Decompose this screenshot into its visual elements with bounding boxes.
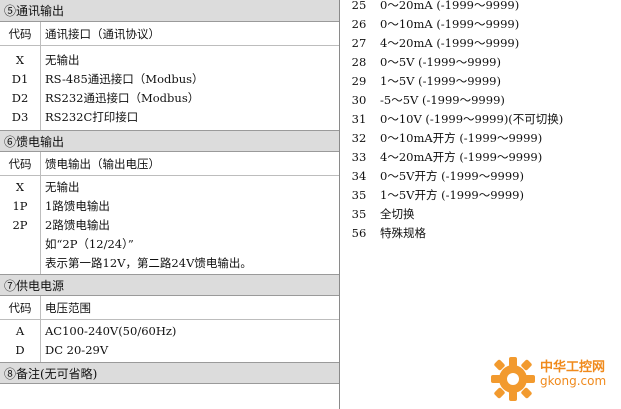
section-header-power-supply: ⑦供电电源 (0, 274, 339, 296)
row-desc: 无输出 (45, 53, 80, 67)
row-desc: 无输出 (45, 180, 80, 194)
table-row: D1 RS-485通迅接口（Modbus） (0, 70, 339, 89)
list-desc: 1～5V开方 (-1999～9999) (380, 188, 524, 202)
row-desc: DC 20-29V (45, 343, 109, 357)
watermark-text: 中华工控网 (540, 360, 606, 375)
table-row: D DC 20-29V (0, 341, 339, 360)
list-code: 33 (351, 150, 367, 164)
table-row: 表示第一路12V，第二路24V馈电输出。 (0, 254, 339, 273)
row-desc: RS232通迅接口（Modbus） (45, 91, 200, 105)
row-desc: 1路馈电输出 (45, 199, 110, 213)
gear-icon (491, 357, 535, 401)
column-header-desc: 电压范围 (45, 301, 91, 315)
section-header-comm-output: ⑤通讯输出 (0, 0, 339, 22)
row-desc: RS-485通迅接口（Modbus） (45, 72, 204, 86)
row-desc: 如“2P（12/24）” (45, 237, 134, 251)
list-code: 34 (351, 169, 367, 183)
list-code: 30 (351, 93, 367, 107)
row-code: X (15, 53, 25, 67)
list-code: 32 (351, 131, 367, 145)
list-desc: 1～5V (-1999～9999) (380, 74, 501, 88)
watermark-domain: gkong.com (540, 374, 607, 388)
row-code: D (15, 343, 25, 357)
row-desc: 2路馈电输出 (45, 218, 110, 232)
list-item: 27 4～20mA (-1999～9999) (340, 34, 621, 53)
list-item: 35 全切换 (340, 205, 621, 224)
list-item: 26 0～10mA (-1999～9999) (340, 15, 621, 34)
list-code: 56 (351, 226, 367, 240)
table-row: D2 RS232通迅接口（Modbus） (0, 89, 339, 108)
column-header-desc: 馈电输出（输出电压） (45, 157, 160, 171)
row-code: A (15, 324, 25, 338)
row-desc: AC100-240V(50/60Hz) (45, 324, 177, 338)
list-desc: 0～10mA开方 (-1999～9999) (380, 131, 543, 145)
list-desc: 0～5V (-1999～9999) (380, 55, 501, 69)
table-row: 2P 2路馈电输出 (0, 216, 339, 235)
column-header-code: 代码 (8, 301, 32, 315)
table-row: D3 RS232C打印接口 (0, 108, 339, 127)
column-header-code: 代码 (8, 27, 32, 41)
section-header-remarks: ⑧备注(无可省略) (0, 362, 339, 384)
column-header-desc: 通讯接口（通讯协议） (45, 27, 160, 41)
list-desc: 4～20mA (-1999～9999) (380, 36, 520, 50)
row-code: 1P (12, 199, 28, 213)
watermark-logo: 中华工控网 gkong.com (488, 352, 618, 408)
list-item: 25 0～20mA (-1999～9999) (340, 0, 621, 15)
list-desc: 0～10mA (-1999～9999) (380, 17, 520, 31)
list-desc: -5～5V (-1999～9999) (380, 93, 505, 107)
list-code: 26 (351, 17, 367, 31)
column-header-code: 代码 (8, 157, 32, 171)
list-code: 31 (351, 112, 367, 126)
row-code: X (15, 180, 25, 194)
column-header-row: 代码 通讯接口（通讯协议） (0, 22, 339, 46)
list-desc: 0～5V开方 (-1999～9999) (380, 169, 524, 183)
table-row: 1P 1路馈电输出 (0, 197, 339, 216)
row-code: D1 (11, 72, 29, 86)
list-code: 35 (351, 207, 367, 221)
left-column: ⑤通讯输出 代码 通讯接口（通讯协议） X 无输出 D1 RS-485通迅接口（… (0, 0, 340, 409)
list-desc: 0～20mA (-1999～9999) (380, 0, 520, 12)
list-code: 28 (351, 55, 367, 69)
row-code: D3 (11, 110, 29, 124)
list-desc: 4～20mA开方 (-1999～9999) (380, 150, 543, 164)
table-row: X 无输出 (0, 51, 339, 70)
list-item: 30 -5～5V (-1999～9999) (340, 91, 621, 110)
list-item: 31 0～10V (-1999～9999)(不可切换) (340, 110, 621, 129)
row-desc: 表示第一路12V，第二路24V馈电输出。 (45, 256, 252, 270)
list-code: 29 (351, 74, 367, 88)
list-desc: 全切换 (380, 207, 415, 221)
list-code: 25 (351, 0, 367, 12)
list-item: 35 1～5V开方 (-1999～9999) (340, 186, 621, 205)
list-item: 32 0～10mA开方 (-1999～9999) (340, 129, 621, 148)
list-desc: 0～10V (-1999～9999)(不可切换) (380, 112, 564, 126)
table-row: 如“2P（12/24）” (0, 235, 339, 254)
column-header-row: 代码 馈电输出（输出电压） (0, 152, 339, 176)
list-item: 56 特殊规格 (340, 224, 621, 243)
list-code: 35 (351, 188, 367, 202)
row-code: D2 (11, 91, 29, 105)
list-code: 27 (351, 36, 367, 50)
list-item: 33 4～20mA开方 (-1999～9999) (340, 148, 621, 167)
list-item: 34 0～5V开方 (-1999～9999) (340, 167, 621, 186)
row-code: 2P (12, 218, 28, 232)
table-row: X 无输出 (0, 178, 339, 197)
section-header-feed-output: ⑥馈电输出 (0, 130, 339, 152)
list-desc: 特殊规格 (380, 226, 426, 240)
list-item: 29 1～5V (-1999～9999) (340, 72, 621, 91)
table-row: A AC100-240V(50/60Hz) (0, 322, 339, 341)
right-column: 25 0～20mA (-1999～9999) 26 0～10mA (-1999～99… (340, 0, 621, 409)
row-desc: RS232C打印接口 (45, 110, 139, 124)
list-item: 28 0～5V (-1999～9999) (340, 53, 621, 72)
column-header-row: 代码 电压范围 (0, 296, 339, 320)
